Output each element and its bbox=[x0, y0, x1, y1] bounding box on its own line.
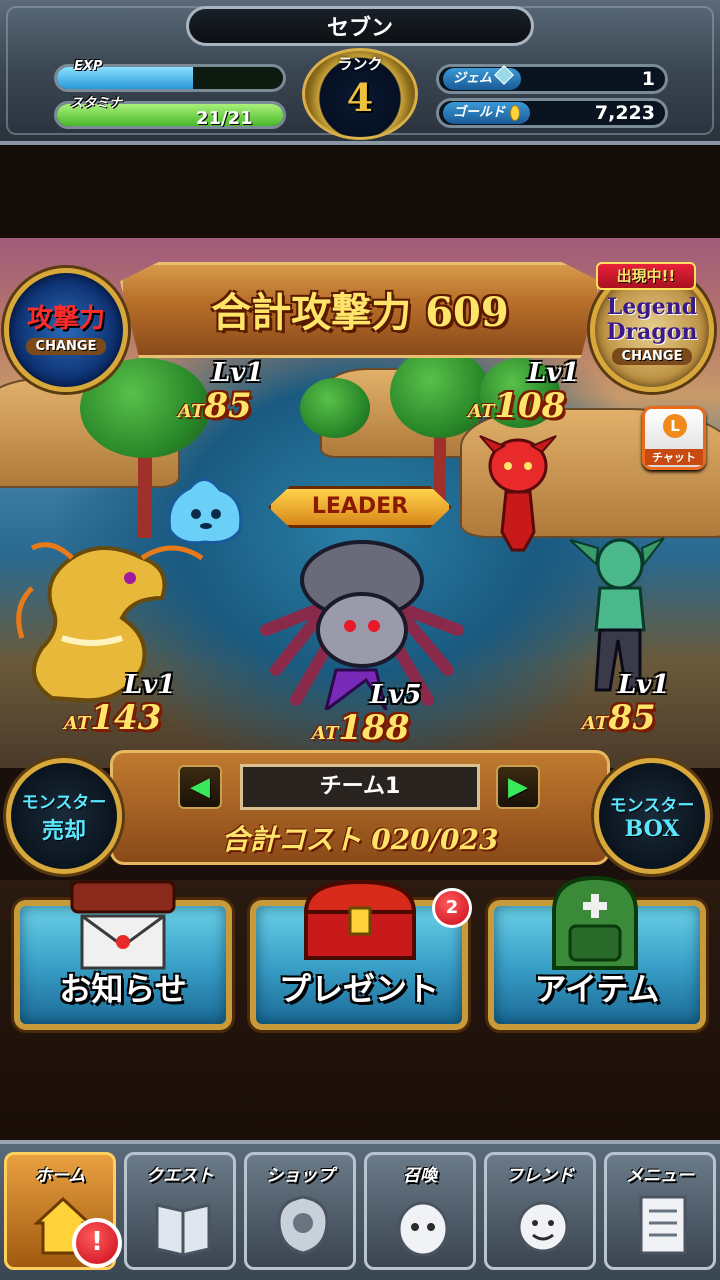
box-label-2: BOX bbox=[624, 815, 680, 842]
shop-emblem-icon bbox=[277, 1195, 329, 1255]
team-cost: 合計コスト 020/023 bbox=[221, 823, 499, 856]
nav-shop-label: ショップ bbox=[266, 1166, 334, 1186]
attack-value: 108 bbox=[494, 386, 566, 426]
arrow-right-icon: ▶ bbox=[508, 772, 528, 802]
friend-face-icon bbox=[517, 1201, 569, 1253]
red-imp-monster[interactable] bbox=[476, 432, 560, 552]
book-icon bbox=[155, 1203, 211, 1257]
next-team-button[interactable]: ▶ bbox=[496, 765, 540, 809]
sell-label-1: モンスター bbox=[21, 792, 107, 813]
attack-change-button[interactable]: 攻撃力 CHANGE bbox=[4, 268, 128, 392]
backpack-icon bbox=[552, 875, 638, 970]
monster-sell-button[interactable]: モンスター 売却 bbox=[6, 758, 122, 874]
player-name: セブン bbox=[186, 6, 534, 46]
rank-value: 4 bbox=[346, 75, 374, 120]
gem-value: 1 bbox=[641, 68, 655, 90]
gem-label: ジェム bbox=[443, 65, 521, 90]
attack-change-label: 攻撃力 bbox=[26, 304, 105, 335]
stamina-value: 21/21 bbox=[196, 108, 253, 129]
gold-coin-icon bbox=[509, 104, 520, 121]
chat-label: チャット bbox=[645, 449, 703, 465]
present-count-badge: 2 bbox=[432, 888, 472, 928]
nav-menu[interactable]: メニュー bbox=[604, 1152, 716, 1270]
nav-friend-label: フレンド bbox=[506, 1166, 574, 1186]
legend-dragon-sub: CHANGE bbox=[611, 347, 693, 365]
sell-label-2: 売却 bbox=[41, 817, 86, 844]
gem-counter[interactable]: ジェム 1 bbox=[436, 64, 668, 94]
monster-level: Lv1 bbox=[124, 670, 176, 700]
present-label: プレゼント bbox=[278, 970, 439, 1008]
attack-value: 85 bbox=[204, 386, 252, 426]
appearing-tag: 出現中!! bbox=[596, 262, 696, 290]
header-gap bbox=[0, 145, 720, 238]
tree-canopy bbox=[300, 378, 370, 438]
exp-label: EXP bbox=[74, 59, 103, 74]
leader-badge: LEADER bbox=[268, 486, 452, 528]
summon-egg-icon bbox=[397, 1201, 449, 1257]
legend-dragon-label: Legend Dragon bbox=[606, 294, 698, 345]
nav-home-label: ホーム bbox=[34, 1166, 86, 1186]
nav-summon[interactable]: 召喚 bbox=[364, 1152, 476, 1270]
attack-value: 143 bbox=[90, 698, 162, 738]
box-label-1: モンスター bbox=[609, 795, 695, 816]
gold-counter[interactable]: ゴールド 7,223 bbox=[436, 98, 668, 128]
spider-leader-monster[interactable] bbox=[256, 530, 468, 710]
nav-shop[interactable]: ショップ bbox=[244, 1152, 356, 1270]
attack-value: 85 bbox=[608, 698, 656, 738]
nav-friend[interactable]: フレンド bbox=[484, 1152, 596, 1270]
monster-attack: AT188 bbox=[312, 708, 410, 748]
monster-box-button[interactable]: モンスター BOX bbox=[594, 758, 710, 874]
monster-level: Lv1 bbox=[618, 670, 670, 700]
monster-attack: AT85 bbox=[178, 386, 252, 426]
attack-value: 188 bbox=[338, 708, 410, 748]
chat-icon: L bbox=[663, 414, 687, 438]
gold-value: 7,223 bbox=[594, 102, 655, 124]
treasure-chest-icon bbox=[303, 879, 417, 960]
nav-quest[interactable]: クエスト bbox=[124, 1152, 236, 1270]
nav-summon-label: 召喚 bbox=[403, 1166, 437, 1186]
gem-icon bbox=[493, 65, 514, 85]
total-power-text: 合計攻撃力 609 bbox=[211, 289, 509, 336]
arrow-left-icon: ◀ bbox=[190, 772, 210, 802]
nav-quest-label: クエスト bbox=[146, 1166, 214, 1186]
monster-attack: AT108 bbox=[468, 386, 566, 426]
rank-label: ランク bbox=[337, 55, 383, 73]
prev-team-button[interactable]: ◀ bbox=[178, 765, 222, 809]
home-alert-badge: ! bbox=[72, 1218, 122, 1268]
monster-level: Lv1 bbox=[528, 358, 580, 388]
gold-label: ゴールド bbox=[443, 102, 530, 124]
monster-attack: AT85 bbox=[582, 698, 656, 738]
menu-document-icon bbox=[639, 1195, 687, 1255]
attack-change-sub: CHANGE bbox=[25, 337, 107, 355]
nav-menu-label: メニュー bbox=[626, 1166, 694, 1186]
status-header: セブン EXP スタミナ 21/21 ランク 4 ジェム 1 ゴールド 7,22… bbox=[0, 0, 720, 145]
stamina-label: スタミナ bbox=[70, 96, 123, 111]
rank-medal: ランク 4 bbox=[302, 48, 418, 140]
gold-dragon-monster[interactable] bbox=[12, 528, 212, 708]
mailbox-icon bbox=[70, 880, 176, 970]
monster-level: Lv1 bbox=[212, 358, 264, 388]
chat-button[interactable]: L チャット bbox=[642, 406, 706, 470]
monster-level: Lv5 bbox=[370, 680, 422, 710]
team-name: チーム1 bbox=[240, 764, 480, 810]
monster-attack: AT143 bbox=[64, 698, 162, 738]
